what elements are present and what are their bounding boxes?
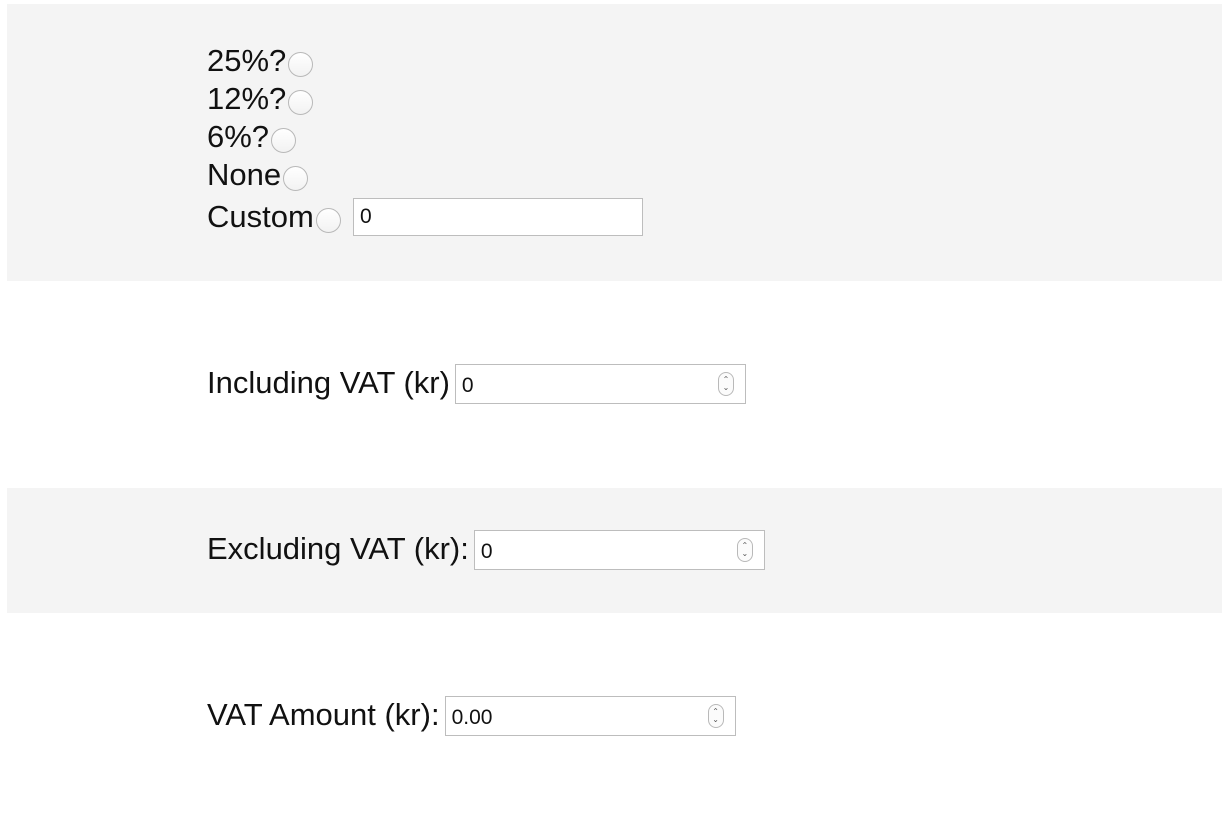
excluding-vat-row: Excluding VAT (kr): 0 ⌃ ⌄ [207,528,765,570]
radio-row-25: 25%? [207,43,314,79]
excluding-vat-section: Excluding VAT (kr): 0 ⌃ ⌄ [7,488,1222,613]
radio-25-percent[interactable] [288,51,314,77]
vat-amount-spinner[interactable]: ⌃ ⌄ [707,704,724,728]
radio-row-none: None [207,157,309,193]
spinner-down-icon[interactable]: ⌄ [712,716,719,724]
including-vat-row: Including VAT (kr) 0 ⌃ ⌄ [207,362,746,404]
radio-row-12: 12%? [207,81,314,117]
vat-rate-section: 25%? 12%? 6%? None Custom 0 [7,4,1222,281]
radio-custom[interactable] [315,207,341,233]
including-vat-input[interactable]: 0 ⌃ ⌄ [454,364,746,404]
spinner-down-icon[interactable]: ⌄ [742,550,749,558]
custom-rate-input[interactable]: 0 [353,198,643,236]
radio-none[interactable] [283,165,309,191]
radio-label-6: 6%? [207,119,270,154]
including-vat-label: Including VAT (kr) [207,365,450,400]
including-vat-value: 0 [461,374,474,397]
excluding-vat-label: Excluding VAT (kr): [207,531,469,566]
excluding-vat-value: 0 [480,540,493,563]
radio-label-12: 12%? [207,81,287,116]
vat-amount-value: 0.00 [451,706,493,729]
radio-row-custom: Custom [207,199,341,235]
including-vat-spinner[interactable]: ⌃ ⌄ [717,372,734,396]
radio-row-6: 6%? [207,119,297,155]
vat-amount-section: VAT Amount (kr): 0.00 ⌃ ⌄ [7,613,1222,815]
spinner-down-icon[interactable]: ⌄ [723,384,730,392]
vat-amount-input[interactable]: 0.00 ⌃ ⌄ [444,696,736,736]
excluding-vat-input[interactable]: 0 ⌃ ⌄ [473,530,765,570]
excluding-vat-spinner[interactable]: ⌃ ⌄ [736,538,753,562]
radio-label-25: 25%? [207,43,287,78]
radio-label-custom: Custom [207,199,314,234]
radio-6-percent[interactable] [271,127,297,153]
radio-12-percent[interactable] [288,89,314,115]
including-vat-section: Including VAT (kr) 0 ⌃ ⌄ [7,282,1222,488]
vat-amount-label: VAT Amount (kr): [207,697,440,732]
vat-amount-row: VAT Amount (kr): 0.00 ⌃ ⌄ [207,694,736,736]
radio-label-none: None [207,157,282,192]
